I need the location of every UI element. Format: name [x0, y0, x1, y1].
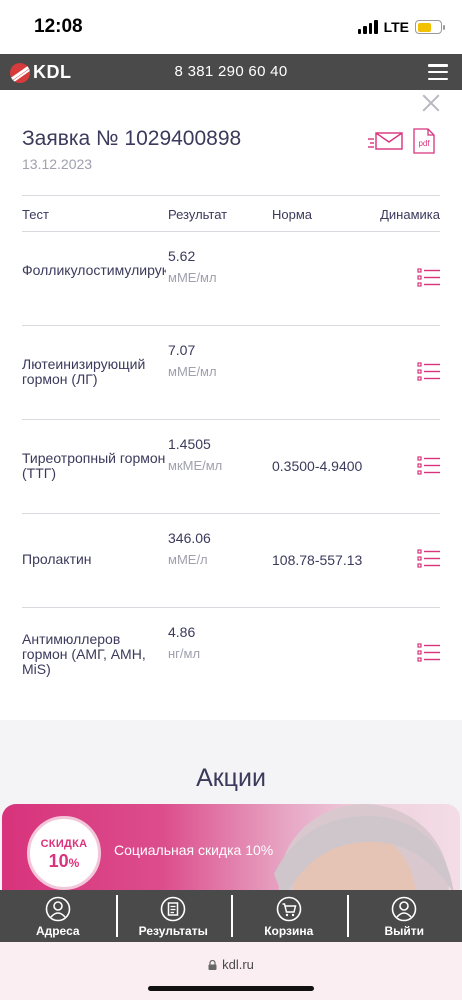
status-time: 12:08 — [34, 16, 83, 37]
table-row: Антимюллеров гормон (АМГ, АМН, MiS) 4.86… — [22, 608, 440, 702]
status-bar: 12:08 LTE — [0, 0, 462, 54]
pdf-download-icon[interactable]: pdf — [413, 128, 435, 154]
network-label: LTE — [383, 19, 409, 35]
column-header-dynamics: Динамика — [380, 207, 440, 222]
discount-badge-value: 10% — [48, 851, 80, 871]
order-title: Заявка № 1029400898 — [22, 127, 242, 150]
promo-section-title: Акции — [196, 764, 266, 792]
test-name: Антимюллеров гормон (АМГ, АМН, MiS) — [22, 632, 146, 677]
norm-range: 0.3500-4.9400 — [272, 458, 363, 474]
column-header-result: Результат — [168, 207, 228, 222]
status-indicators: LTE — [357, 19, 445, 35]
discount-badge-label: СКИДКА — [40, 838, 88, 850]
result-unit: мМЕ/мл — [168, 270, 217, 285]
result-value: 5.62 — [168, 248, 196, 264]
pdf-label: pdf — [418, 139, 430, 148]
nav-item-results[interactable]: Результаты — [115, 890, 232, 942]
nav-item-addresses[interactable]: Адреса — [0, 890, 116, 942]
nav-item-logout[interactable]: Выйти — [346, 890, 462, 942]
table-row: Тиреотропный гормон (ТТГ) 1.4505 мкМЕ/мл… — [22, 420, 440, 514]
url-field[interactable]: kdl.ru — [0, 957, 462, 972]
table-row: Лютеинизирующий гормон (ЛГ) 7.07 мМЕ/мл — [22, 326, 440, 420]
table-row: Фолликулостимулирующий гормон (ФСГ) 5.62… — [22, 232, 440, 326]
results-document-icon — [160, 896, 186, 922]
result-unit: нг/мл — [168, 646, 201, 661]
table-row: Пролактин 346.06 мМЕ/л 108.78-557.13 — [22, 514, 440, 608]
header-phone-link[interactable]: 8 381 290 60 40 — [0, 63, 462, 80]
result-value: 7.07 — [168, 342, 196, 358]
nav-label: Выйти — [384, 924, 425, 938]
results-table-header: Тест Результат Норма Динамика — [22, 195, 440, 232]
cart-icon — [276, 896, 302, 922]
home-indicator[interactable] — [148, 986, 314, 991]
send-email-icon[interactable] — [368, 130, 404, 152]
battery-icon — [415, 20, 445, 34]
close-icon[interactable] — [422, 94, 440, 112]
result-unit: мМЕ/л — [168, 552, 208, 567]
test-name: Пролактин — [22, 552, 92, 567]
nav-item-cart[interactable]: Корзина — [231, 890, 347, 942]
norm-range: 108.78-557.13 — [272, 552, 363, 568]
dynamics-list-icon[interactable] — [417, 549, 441, 568]
url-text: kdl.ru — [222, 957, 254, 972]
menu-icon[interactable] — [428, 64, 448, 80]
discount-badge: СКИДКА 10% — [27, 816, 101, 890]
bottom-nav: Адреса Результаты Корзина Выйти — [0, 890, 462, 942]
app-header: KDL 8 381 290 60 40 — [0, 54, 462, 90]
nav-label: Корзина — [264, 924, 314, 938]
signal-icon — [357, 20, 378, 34]
test-name: Фолликулостимулирующий гормон (ФСГ) — [22, 263, 166, 278]
result-value: 4.86 — [168, 624, 196, 640]
promo-text: Социальная скидка 10% — [114, 842, 274, 858]
dynamics-list-icon[interactable] — [417, 362, 441, 381]
test-name: Тиреотропный гормон (ТТГ) — [22, 451, 166, 481]
address-person-icon — [45, 896, 71, 922]
lock-icon — [208, 960, 217, 970]
result-value: 346.06 — [168, 530, 211, 546]
column-header-test: Тест — [22, 207, 49, 222]
logout-person-icon — [391, 896, 417, 922]
browser-address-bar: kdl.ru — [0, 942, 462, 1000]
dynamics-list-icon[interactable] — [417, 456, 441, 475]
result-unit: мкМЕ/мл — [168, 458, 223, 473]
nav-label: Адреса — [35, 924, 80, 938]
result-unit: мМЕ/мл — [168, 364, 217, 379]
column-header-norm: Норма — [272, 207, 313, 222]
dynamics-list-icon[interactable] — [417, 643, 441, 662]
promo-card[interactable]: СКИДКА 10% Социальная скидка 10% — [2, 804, 460, 904]
result-value: 1.4505 — [168, 436, 211, 452]
order-date: 13.12.2023 — [22, 156, 93, 172]
nav-label: Результаты — [138, 924, 208, 938]
dynamics-list-icon[interactable] — [417, 268, 441, 287]
test-name: Лютеинизирующий гормон (ЛГ) — [22, 357, 146, 387]
